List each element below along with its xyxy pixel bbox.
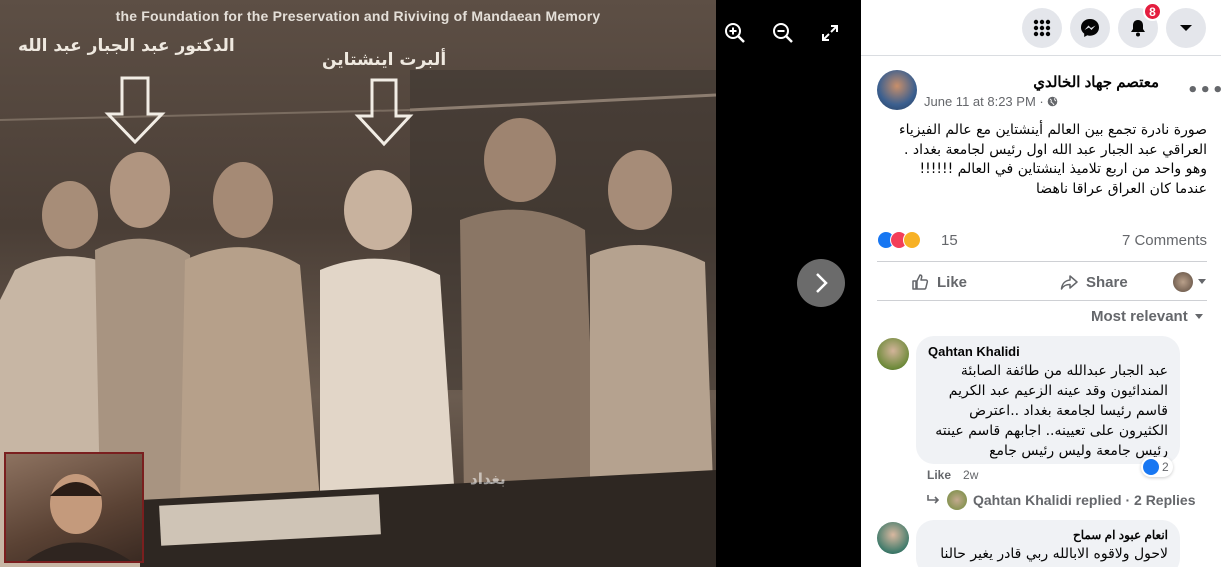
expand-icon xyxy=(822,25,838,41)
post-text-line: عندما كان العراق عراقا ناهضا xyxy=(1036,180,1207,197)
commenter-avatar[interactable] xyxy=(877,338,909,370)
zoom-in-button[interactable] xyxy=(722,20,748,46)
share-label: Share xyxy=(1086,273,1128,291)
comment-line: الكثيرون على تعيينه.. اجابهم قاسم عينته xyxy=(935,423,1168,439)
view-replies-link[interactable]: Qahtan Khalidi replied · 2 Replies xyxy=(927,490,1196,510)
care-reaction-icon xyxy=(903,231,921,249)
photo-watermark: بغداد xyxy=(470,470,506,488)
replier-avatar xyxy=(947,490,967,510)
more-options-icon: ••• xyxy=(1187,80,1221,101)
post-side-panel: 8 معتصم جهاد الخالدي June 11 at 8:23 PM … xyxy=(861,0,1221,567)
profile-avatar-small xyxy=(1173,272,1193,292)
post-options-button[interactable]: ••• xyxy=(1187,80,1221,101)
chevron-right-icon xyxy=(816,273,828,293)
messenger-button[interactable] xyxy=(1070,8,1110,48)
comment-line: قاسم رئيسا لجامعة بغداد ..اعترض xyxy=(969,403,1168,419)
next-photo-button[interactable] xyxy=(797,259,845,307)
caret-down-icon xyxy=(1194,313,1203,319)
author-name[interactable]: معتصم جهاد الخالدي xyxy=(1033,73,1159,91)
menu-button[interactable] xyxy=(1022,8,1062,48)
inset-portrait-figure xyxy=(26,474,131,561)
photo-label-center: ألبرت اينشتاين xyxy=(322,50,447,70)
share-button[interactable]: Share xyxy=(1060,262,1128,302)
post-text-line: صورة نادرة تجمع بين العالم أينشتاين مع ع… xyxy=(899,122,1207,138)
comment-time[interactable]: 2w xyxy=(963,468,978,482)
post-actions: Like Share xyxy=(877,261,1207,301)
photo-label-left: الدكتور عبد الجبار عبد الله xyxy=(18,36,235,56)
comment-footer: Like 2w xyxy=(927,468,978,482)
post-timestamp-text: June 11 at 8:23 PM · xyxy=(924,94,1048,109)
reaction-icons[interactable] xyxy=(877,231,937,249)
commenter-avatar[interactable] xyxy=(877,522,909,554)
comment-like-button[interactable]: Like xyxy=(927,468,951,482)
post-text-line: وهو واحد من اربع تلاميذ اينشتاين في العا… xyxy=(919,161,1207,177)
comment-text: لاحول ولاقوه الابالله ربي قادر يغير حالن… xyxy=(928,544,1168,564)
author-avatar[interactable] xyxy=(877,70,917,110)
replies-label: Qahtan Khalidi replied · 2 Replies xyxy=(973,492,1196,508)
photo-caption: the Foundation for the Preservation and … xyxy=(115,8,601,24)
post-header: معتصم جهاد الخالدي June 11 at 8:23 PM · … xyxy=(877,70,1221,114)
photo-viewer: the Foundation for the Preservation and … xyxy=(0,0,861,567)
reaction-count[interactable]: 15 xyxy=(941,232,958,249)
caret-down-icon xyxy=(1180,25,1192,31)
comments-count[interactable]: 7 Comments xyxy=(1122,232,1207,249)
comment-reaction-count: 2 xyxy=(1162,460,1169,474)
account-menu-button[interactable] xyxy=(1166,8,1206,48)
comment-text: عبد الجبار عبدالله من طائفة الصابئة المن… xyxy=(928,361,1168,461)
like-reaction-icon xyxy=(1143,459,1159,475)
notifications-badge: 8 xyxy=(1143,2,1162,21)
comment-line: رئيس جامعة وليس رئيس جامع xyxy=(989,443,1168,459)
reactions-summary: 15 7 Comments xyxy=(877,228,1207,252)
caret-down-icon xyxy=(1198,279,1206,284)
post-text: صورة نادرة تجمع بين العالم أينشتاين مع ع… xyxy=(877,121,1207,199)
notifications-button[interactable]: 8 xyxy=(1118,2,1162,48)
comment-bubble: انعام عبود ام سماح لاحول ولاقوه الابالله… xyxy=(916,520,1180,567)
thumbs-up-icon xyxy=(912,274,929,290)
inset-portrait xyxy=(4,452,144,563)
commenter-name[interactable]: Qahtan Khalidi xyxy=(928,344,1168,359)
comment-sort-dropdown[interactable]: Most relevant xyxy=(1091,308,1204,325)
share-icon xyxy=(1060,275,1078,290)
zoom-out-icon xyxy=(773,23,793,43)
comment-line: المندائيون وقد عينه الزعيم عبد الكريم xyxy=(948,383,1168,399)
messenger-icon xyxy=(1081,19,1099,37)
like-button[interactable]: Like xyxy=(911,262,967,302)
globe-icon xyxy=(1048,96,1058,107)
comment-bubble: Qahtan Khalidi عبد الجبار عبدالله من طائ… xyxy=(916,336,1180,464)
comment-line: عبد الجبار عبدالله من طائفة الصابئة xyxy=(960,363,1168,379)
zoom-out-button[interactable] xyxy=(770,20,796,46)
bell-icon xyxy=(1131,20,1145,37)
post-text-line: العراقي عبد الجبار عبد الله اول رئيس لجا… xyxy=(904,141,1207,158)
zoom-in-icon xyxy=(725,23,745,43)
post-as-selector[interactable] xyxy=(1173,262,1207,302)
reply-arrow-icon xyxy=(927,495,940,504)
fullscreen-button[interactable] xyxy=(817,20,843,46)
comment-reactions[interactable]: 2 xyxy=(1141,457,1173,477)
comment-line: لاحول ولاقوه الابالله ربي قادر يغير حالن… xyxy=(940,546,1168,562)
top-bar: 8 xyxy=(861,0,1221,56)
post-photo: the Foundation for the Preservation and … xyxy=(0,0,716,567)
grid-menu-icon xyxy=(1033,19,1051,37)
like-label: Like xyxy=(937,273,968,291)
post-timestamp[interactable]: June 11 at 8:23 PM · xyxy=(924,94,1058,109)
sort-label: Most relevant xyxy=(1091,308,1188,325)
commenter-name[interactable]: انعام عبود ام سماح xyxy=(928,528,1168,542)
